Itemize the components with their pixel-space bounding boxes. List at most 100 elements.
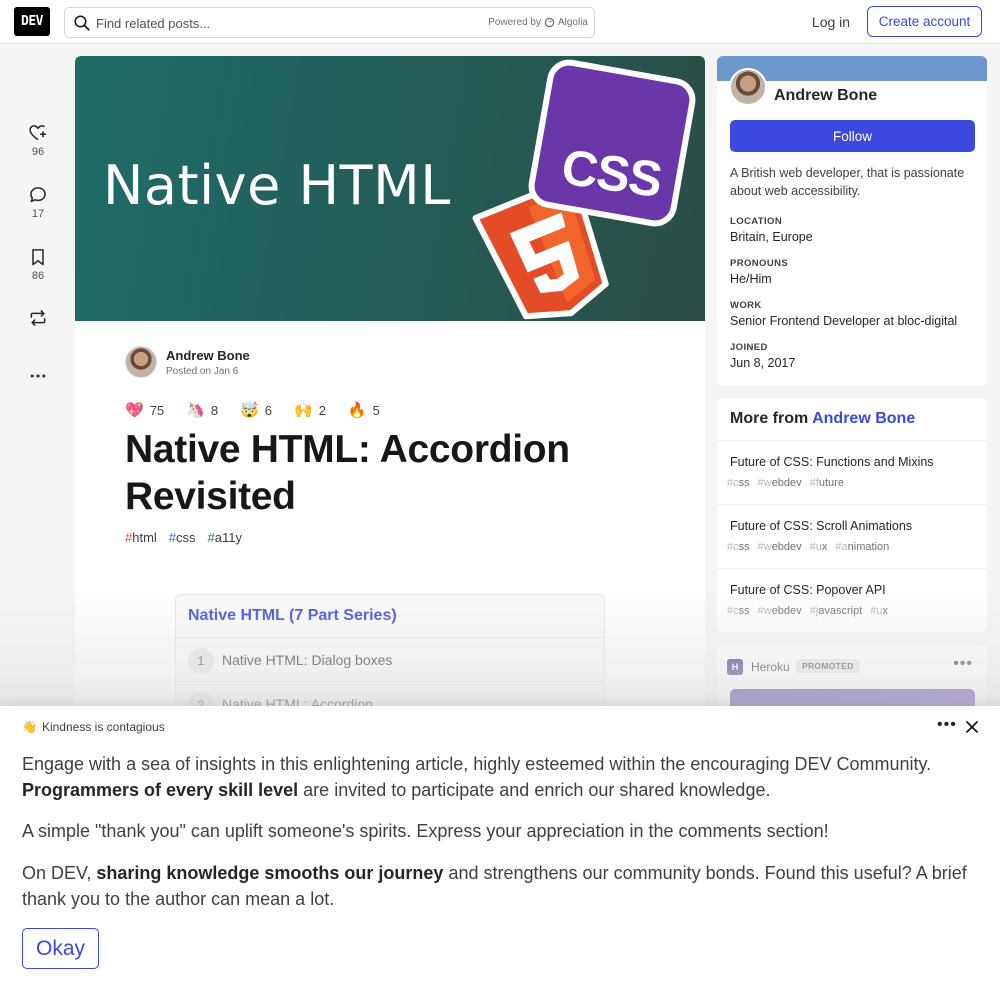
reaction-unicorn[interactable]: 🦄 8 — [186, 401, 218, 419]
create-account-button[interactable]: Create account — [867, 6, 982, 37]
tag-css[interactable]: #css — [169, 530, 196, 545]
search-input[interactable] — [96, 12, 476, 34]
css-badge: CSS — [525, 56, 699, 230]
tag-label: css — [176, 530, 196, 545]
series-item[interactable]: 1 Native HTML: Dialog boxes — [176, 637, 604, 681]
promo-brand[interactable]: Heroku — [751, 660, 790, 674]
okay-button[interactable]: Okay — [22, 928, 99, 969]
more-from-author-link[interactable]: Andrew Bone — [812, 410, 915, 427]
more-from-title: Future of CSS: Functions and Mixins — [730, 455, 934, 469]
repost-action[interactable] — [24, 308, 52, 328]
banner-text: Engage with a sea of insights in this en… — [22, 754, 932, 774]
more-from-title: Future of CSS: Popover API — [730, 583, 886, 597]
promo-more-icon[interactable]: ••• — [953, 655, 973, 673]
tag[interactable]: #javascript — [810, 605, 863, 617]
search-bar[interactable]: Powered by Algolia — [64, 7, 595, 38]
reaction-heart[interactable]: 💖 75 — [125, 401, 164, 419]
tag[interactable]: #webdev — [758, 477, 802, 489]
more-actions[interactable] — [24, 366, 52, 386]
profile-bio: A British web developer, that is passion… — [730, 166, 965, 198]
bookmark-count: 86 — [31, 270, 45, 282]
tag-a11y[interactable]: #a11y — [208, 530, 242, 545]
fire-emoji-icon: 🔥 — [347, 402, 367, 419]
follow-button[interactable]: Follow — [730, 120, 975, 152]
banner-bold-text: Programmers of every skill level — [22, 780, 299, 800]
like-count: 96 — [31, 146, 45, 158]
banner-text: are invited to participate and enrich ou… — [303, 780, 771, 800]
raised-hands-emoji-icon: 🙌 — [294, 402, 313, 419]
author-profile-card: Andrew Bone Follow A British web develop… — [717, 56, 987, 386]
profile-field-value: Jun 8, 2017 — [730, 356, 796, 370]
cover-title: Native HTML — [103, 154, 451, 217]
profile-field-value: Senior Frontend Developer at bloc-digita… — [730, 314, 958, 328]
unicorn-emoji-icon: 🦄 — [186, 402, 205, 419]
banner-heading: 👋 Kindness is contagious — [22, 720, 165, 734]
more-from-card: More from Andrew Bone Future of CSS: Fun… — [717, 398, 987, 632]
more-from-tags: #css #webdev #javascript #ux — [727, 605, 888, 617]
article-card: Native HTML CSS Andrew Bone Posted on Ja… — [75, 56, 705, 756]
reaction-count: 8 — [210, 402, 219, 418]
top-header: DEV Powered by Algolia Log in Create acc… — [0, 0, 1000, 44]
more-from-item[interactable]: Future of CSS: Functions and Mixins #css… — [717, 440, 987, 504]
powered-by-label: Powered by — [488, 17, 541, 28]
profile-name[interactable]: Andrew Bone — [774, 87, 877, 105]
profile-field-value: He/Him — [730, 272, 772, 286]
series-number: 1 — [188, 648, 214, 674]
tag[interactable]: #css — [727, 605, 750, 617]
close-icon[interactable] — [963, 718, 981, 736]
login-button[interactable]: Log in — [804, 8, 858, 36]
dev-logo[interactable]: DEV — [14, 7, 50, 36]
more-from-tags: #css #webdev #future — [727, 477, 844, 489]
tag-html[interactable]: #html — [125, 530, 157, 545]
comment-action[interactable]: 17 — [24, 185, 52, 220]
reaction-mindblown[interactable]: 🤯 6 — [240, 401, 272, 419]
article-title: Native HTML: Accordion Revisited — [125, 428, 570, 518]
reaction-fire[interactable]: 🔥 5 — [348, 401, 380, 419]
comment-count: 17 — [31, 208, 45, 220]
wave-emoji-icon: 👋 — [22, 720, 37, 734]
series-title[interactable]: Native HTML (7 Part Series) — [188, 607, 397, 625]
powered-by[interactable]: Powered by Algolia — [488, 17, 588, 28]
reaction-count: 2 — [318, 402, 326, 418]
heart-plus-icon — [29, 125, 46, 141]
author-name[interactable]: Andrew Bone — [166, 348, 250, 363]
banner-text: On DEV, — [22, 863, 92, 883]
tag[interactable]: #webdev — [758, 541, 802, 553]
author-avatar[interactable] — [125, 346, 157, 378]
banner-bold-text: sharing knowledge smooths our journey — [96, 863, 444, 883]
css-badge-label: CSS — [558, 138, 666, 209]
tag[interactable]: #webdev — [758, 605, 802, 617]
tag-label: html — [132, 530, 157, 545]
tag[interactable]: #future — [810, 477, 844, 489]
tag-hash: # — [207, 530, 215, 545]
algolia-label: Algolia — [557, 17, 588, 28]
more-from-title: Future of CSS: Scroll Animations — [730, 519, 913, 533]
tag-label: a11y — [214, 530, 242, 545]
reaction-hands[interactable]: 🙌 2 — [294, 401, 326, 419]
algolia-icon — [544, 17, 555, 28]
banner-more-icon[interactable]: ••• — [937, 716, 957, 734]
article-tags: #html #css #a11y — [125, 530, 242, 545]
more-from-heading: More from Andrew Bone — [730, 410, 915, 428]
more-from-item[interactable]: Future of CSS: Scroll Animations #css #w… — [717, 504, 987, 568]
search-icon — [74, 15, 90, 31]
profile-field-value: Britain, Europe — [730, 230, 813, 244]
reaction-count: 6 — [264, 402, 272, 418]
profile-avatar[interactable] — [729, 68, 767, 106]
series-item-label: Native HTML: Dialog boxes — [222, 652, 393, 668]
more-icon — [30, 374, 46, 378]
tag[interactable]: #animation — [835, 541, 889, 553]
more-from-tags: #css #webdev #ux #animation — [727, 541, 889, 553]
tag[interactable]: #ux — [870, 605, 888, 617]
cover-image: Native HTML CSS — [75, 56, 705, 321]
tag[interactable]: #css — [727, 477, 750, 489]
tag[interactable]: #css — [727, 541, 750, 553]
tag[interactable]: #ux — [810, 541, 828, 553]
bookmark-icon — [32, 249, 44, 266]
mindblown-emoji-icon: 🤯 — [240, 402, 259, 419]
profile-field-label: PRONOUNS — [730, 258, 789, 269]
more-from-item[interactable]: Future of CSS: Popover API #css #webdev … — [717, 568, 987, 632]
bookmark-action[interactable]: 86 — [24, 247, 52, 282]
like-action[interactable]: 96 — [24, 123, 52, 158]
profile-field-label: JOINED — [730, 342, 768, 353]
